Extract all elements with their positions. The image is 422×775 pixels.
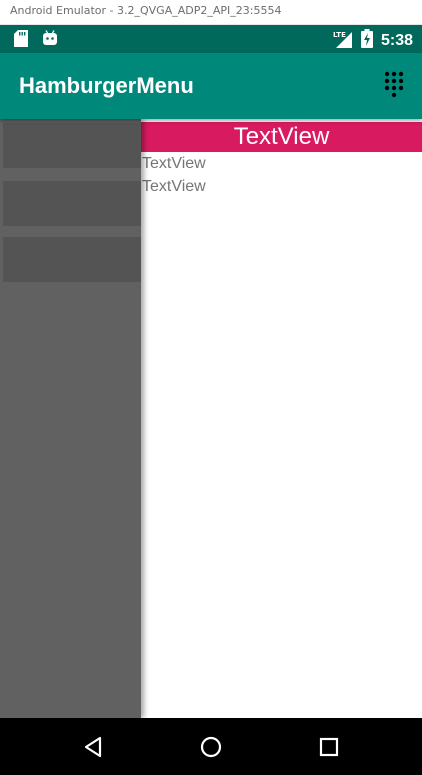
system-nav-bar xyxy=(0,718,422,775)
status-bar: LTE 5:38 xyxy=(0,25,422,53)
sd-card-icon xyxy=(14,30,28,52)
recents-square-icon xyxy=(319,737,339,757)
navigation-drawer xyxy=(0,119,141,718)
dialpad-icon xyxy=(384,71,404,98)
battery-charging-icon xyxy=(360,29,373,53)
header-textview: TextView xyxy=(141,122,422,152)
app-toolbar: HamburgerMenu xyxy=(0,53,422,119)
main-content: TextView TextView TextView xyxy=(141,119,422,718)
home-button[interactable] xyxy=(199,735,223,759)
lte-label: LTE xyxy=(333,31,346,39)
drawer-item-1[interactable] xyxy=(3,123,141,168)
drawer-item-2[interactable] xyxy=(3,181,141,226)
emulator-titlebar: Android Emulator - 3.2_QVGA_ADP2_API_23:… xyxy=(0,0,422,25)
menu-button[interactable] xyxy=(384,71,404,101)
drawer-item-3[interactable] xyxy=(3,237,141,282)
back-button[interactable] xyxy=(82,735,106,759)
status-time: 5:38 xyxy=(380,32,413,49)
recents-button[interactable] xyxy=(317,735,341,759)
emulator-window-title: Android Emulator - 3.2_QVGA_ADP2_API_23:… xyxy=(10,4,282,17)
home-circle-icon xyxy=(200,736,222,758)
body-textview-1: TextView xyxy=(142,155,206,172)
android-debug-icon xyxy=(42,30,58,52)
lte-signal-icon: LTE xyxy=(333,30,353,53)
body-textview-2: TextView xyxy=(142,178,206,195)
app-title: HamburgerMenu xyxy=(19,73,194,98)
back-triangle-icon xyxy=(84,736,102,758)
